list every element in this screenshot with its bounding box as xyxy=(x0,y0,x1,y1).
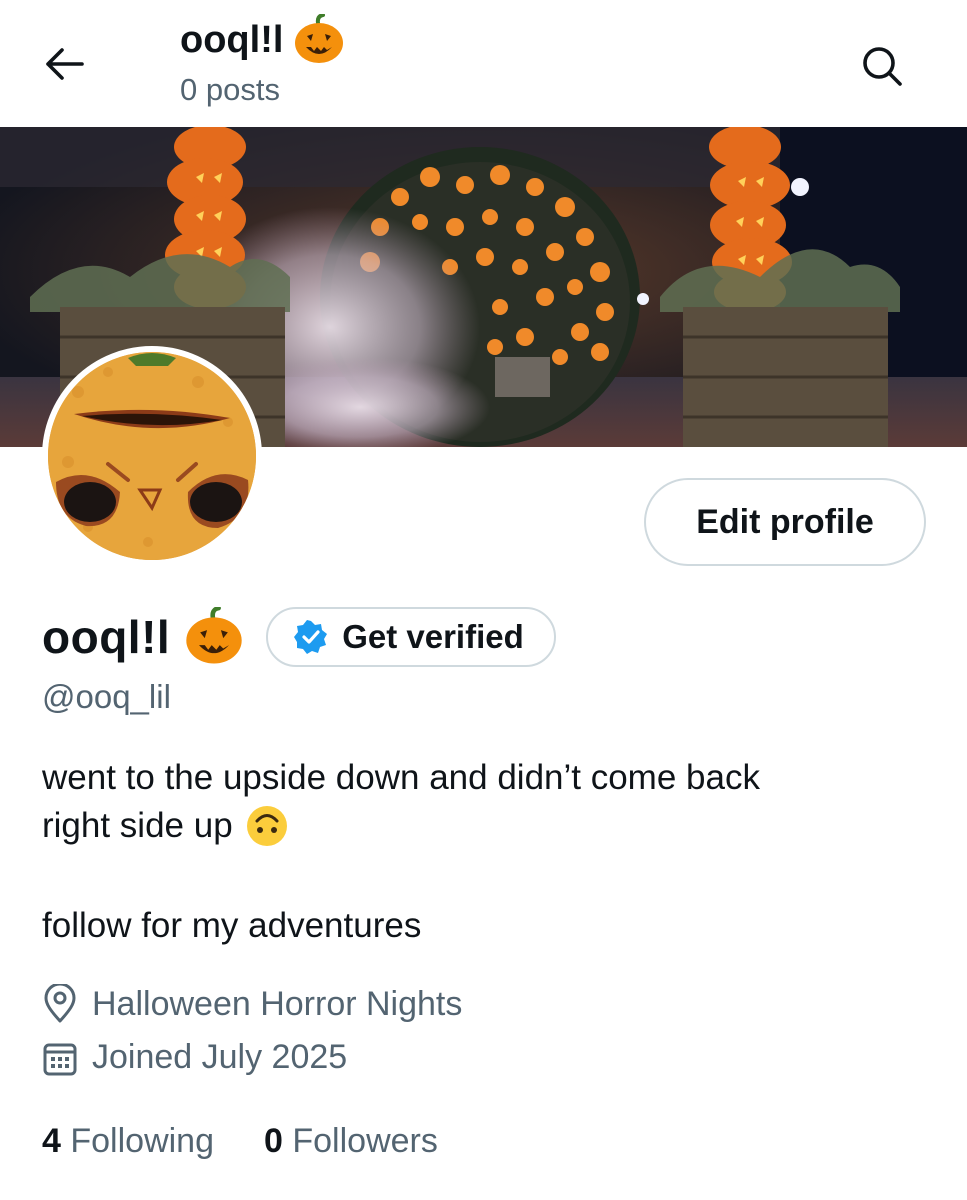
following-link[interactable]: 4 Following xyxy=(42,1122,214,1161)
bio-line-with-emoji: right side up xyxy=(42,802,922,850)
verified-badge-icon xyxy=(294,620,328,654)
profile-stats: 4 Following 0 Followers xyxy=(42,1122,438,1161)
jack-o-lantern-emoji xyxy=(295,14,344,63)
profile-name-row: ooql!l Get verified xyxy=(42,604,556,670)
profile-bio: went to the upside down and didn’t come … xyxy=(42,754,922,950)
header-name: ooql!l xyxy=(180,18,284,61)
arrow-left-icon xyxy=(46,48,84,80)
search-button[interactable] xyxy=(852,36,912,96)
avatar-image xyxy=(48,352,256,560)
joined-text: Joined July 2025 xyxy=(92,1038,348,1076)
profile-location: Halloween Horror Nights xyxy=(42,984,462,1024)
get-verified-button[interactable]: Get verified xyxy=(266,607,556,667)
followers-link[interactable]: 0 Followers xyxy=(264,1122,438,1161)
edit-profile-button[interactable]: Edit profile xyxy=(644,478,926,566)
profile-joined: Joined July 2025 xyxy=(42,1038,347,1077)
followers-label: Followers xyxy=(292,1122,438,1160)
jack-o-lantern-emoji xyxy=(186,607,242,664)
top-bar: ooql!l 0 posts xyxy=(0,0,967,127)
followers-count: 0 xyxy=(264,1122,283,1160)
back-button[interactable] xyxy=(40,40,88,88)
bio-line: follow for my adventures xyxy=(42,906,422,945)
location-text: Halloween Horror Nights xyxy=(92,984,463,1023)
location-pin-icon xyxy=(44,984,76,1023)
bio-spacer xyxy=(42,850,922,902)
bio-line: went to the upside down and didn’t come … xyxy=(42,758,760,797)
following-count: 4 xyxy=(42,1122,61,1160)
header-title: ooql!l xyxy=(180,14,345,66)
search-icon xyxy=(863,47,902,86)
calendar-icon xyxy=(43,1043,77,1075)
bio-line: right side up xyxy=(42,806,233,845)
get-verified-label: Get verified xyxy=(342,618,524,655)
posts-count: 0 posts xyxy=(180,72,280,107)
display-name: ooql!l xyxy=(42,611,171,663)
following-label: Following xyxy=(70,1122,214,1160)
avatar[interactable] xyxy=(42,346,262,566)
profile-handle: @ooq_lil xyxy=(42,678,171,715)
upside-down-face-emoji xyxy=(246,806,287,846)
